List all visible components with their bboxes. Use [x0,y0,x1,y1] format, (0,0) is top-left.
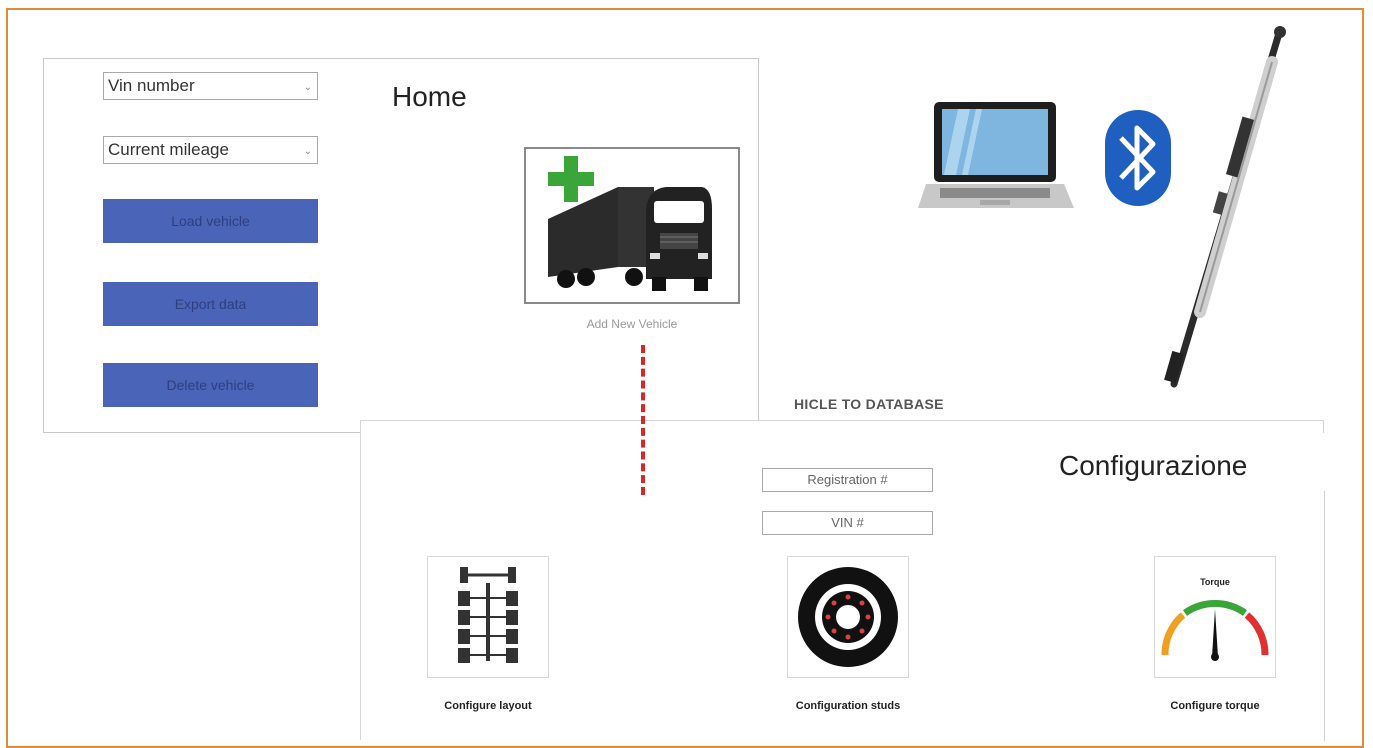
configure-layout-label: Configure layout [444,700,532,712]
database-banner-text: HICLE TO DATABASE [794,396,944,412]
panel-border [1324,491,1325,741]
torque-gauge-icon [1161,600,1269,661]
panel-border [1323,421,1324,433]
page-title-home: Home [392,81,467,112]
export-data-button[interactable]: Export data [103,282,318,326]
home-panel: Vin number ⌄ Current mileage ⌄ Load vehi… [43,58,759,433]
configure-layout-tile[interactable] [427,556,549,678]
connector-dashed-line [641,345,645,495]
registration-field[interactable]: Registration # [762,468,933,492]
torque-wrench-icon [1164,26,1286,388]
page-title-configurazione: Configurazione [1059,450,1256,482]
chevron-down-icon: ⌄ [303,82,312,93]
plus-icon [548,156,594,202]
laptop-icon [918,102,1074,208]
add-new-vehicle-label: Add New Vehicle [586,317,678,331]
load-vehicle-button[interactable]: Load vehicle [103,199,318,243]
wheel-studs-icon [798,567,898,667]
current-mileage-select-value: Current mileage [108,140,229,159]
configure-torque-tile[interactable]: Torque [1154,556,1276,678]
axle-layout-icon [458,567,518,663]
configuration-studs-tile[interactable] [787,556,909,678]
configuration-studs-label: Configuration studs [795,700,901,712]
add-new-vehicle-card[interactable] [524,147,740,304]
chevron-down-icon: ⌄ [303,146,312,157]
delete-vehicle-button[interactable]: Delete vehicle [103,363,318,407]
current-mileage-select[interactable]: Current mileage ⌄ [103,136,318,164]
vin-number-select[interactable]: Vin number ⌄ [103,72,318,100]
configure-torque-label: Configure torque [1170,700,1260,712]
vin-number-select-value: Vin number [108,76,195,95]
torque-gauge-title: Torque [1200,577,1230,587]
vin-field[interactable]: VIN # [762,511,933,535]
